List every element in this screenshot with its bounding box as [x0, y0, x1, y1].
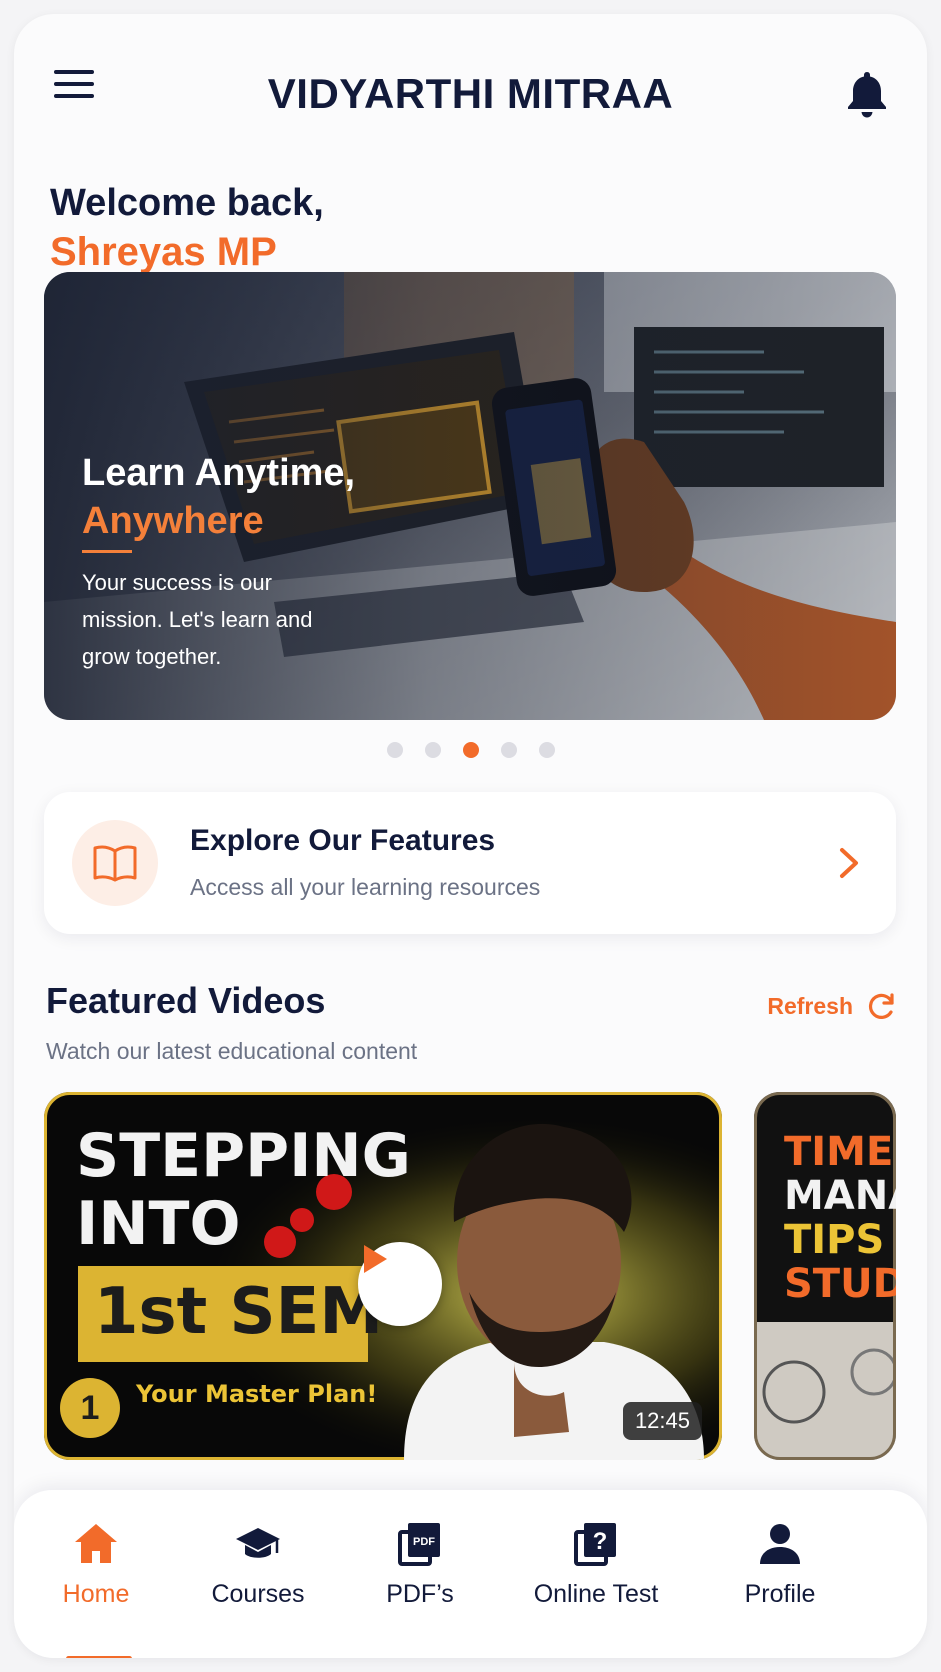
notification-button[interactable]: [843, 68, 891, 120]
quiz-icon: ?: [574, 1523, 616, 1566]
thumbnail-line: MANA: [784, 1173, 896, 1219]
user-icon: [760, 1524, 800, 1564]
nav-item-pdfs[interactable]: PDF PDF’s: [340, 1520, 500, 1630]
thumbnail-line: TIPS T: [784, 1217, 896, 1263]
explore-features-card[interactable]: Explore Our Features Access all your lea…: [44, 792, 896, 934]
app-screen: VIDYARTHI MITRAA Welcome back, Shreyas M…: [14, 14, 927, 1658]
bottom-navigation: Home Courses PDF PDF’s ? Online Test Pro…: [14, 1490, 927, 1658]
video-card[interactable]: TIME MANA TIPS T STUD: [754, 1092, 896, 1460]
hero-subtitle: Your success is our mission. Let's learn…: [82, 570, 313, 669]
thumbnail-number-badge: 1: [60, 1378, 120, 1438]
feature-card-subtitle: Access all your learning resources: [190, 874, 541, 900]
nav-item-courses[interactable]: Courses: [178, 1520, 338, 1630]
hero-title: Learn Anytime,: [82, 452, 356, 494]
video-card[interactable]: STEPPING INTO 1st SEM 1 Your Master Plan…: [44, 1092, 722, 1460]
nav-item-online-test[interactable]: ? Online Test: [516, 1520, 676, 1630]
nav-item-profile[interactable]: Profile: [700, 1520, 860, 1630]
feature-icon-circle: [72, 820, 158, 906]
open-book-icon: [93, 845, 137, 882]
refresh-button[interactable]: Refresh: [767, 988, 897, 1024]
app-title: VIDYARTHI MITRAA: [267, 70, 674, 117]
nav-label: Courses: [211, 1580, 305, 1608]
feature-card-title: Explore Our Features: [190, 824, 496, 857]
welcome-text: Welcome back,: [50, 182, 324, 224]
carousel-dots: [14, 742, 927, 758]
featured-videos-title: Featured Videos: [46, 980, 326, 1021]
user-name: Shreyas MP: [50, 230, 277, 274]
thumbnail-line: TIME: [784, 1129, 894, 1175]
home-icon: [75, 1524, 117, 1563]
nav-label: Home: [62, 1580, 130, 1608]
thumbnail-line: INTO: [76, 1189, 241, 1259]
graduation-cap-icon: [236, 1528, 280, 1558]
play-button[interactable]: [358, 1242, 442, 1326]
chevron-right-icon: [840, 848, 858, 878]
bell-icon: [848, 72, 886, 118]
refresh-label: Refresh: [767, 992, 853, 1019]
pdf-icon: PDF: [398, 1523, 440, 1566]
hero-accent-text: Anywhere: [82, 500, 264, 542]
app-header: VIDYARTHI MITRAA: [14, 14, 927, 164]
thumbnail-line: STEPPING: [76, 1121, 411, 1191]
carousel-dot[interactable]: [500, 742, 517, 758]
carousel-dot[interactable]: [538, 742, 555, 758]
nav-label: Online Test: [533, 1580, 659, 1608]
nav-active-indicator: [66, 1656, 132, 1658]
nav-item-home[interactable]: Home: [16, 1520, 176, 1658]
carousel-dot[interactable]: [424, 742, 441, 758]
video-duration-badge: 12:45: [622, 1402, 702, 1440]
hero-banner[interactable]: Learn Anytime, Anywhere Your success is …: [44, 272, 896, 720]
refresh-icon: [869, 993, 894, 1019]
carousel-dot-active[interactable]: [462, 742, 479, 758]
hero-accent-underline: [82, 550, 132, 553]
thumbnail-line: STUD: [784, 1261, 896, 1307]
nav-label: PDF’s: [386, 1580, 454, 1608]
svg-text:?: ?: [593, 1528, 608, 1555]
carousel-dot[interactable]: [386, 742, 403, 758]
play-icon: [364, 1245, 387, 1273]
featured-videos-subtitle: Watch our latest educational content: [46, 1038, 418, 1064]
thumbnail-badge-text: 1st SEM: [94, 1275, 383, 1349]
thumbnail-tagline: Your Master Plan!: [136, 1380, 378, 1408]
nav-label: Profile: [744, 1580, 816, 1608]
svg-text:PDF: PDF: [413, 1536, 435, 1548]
